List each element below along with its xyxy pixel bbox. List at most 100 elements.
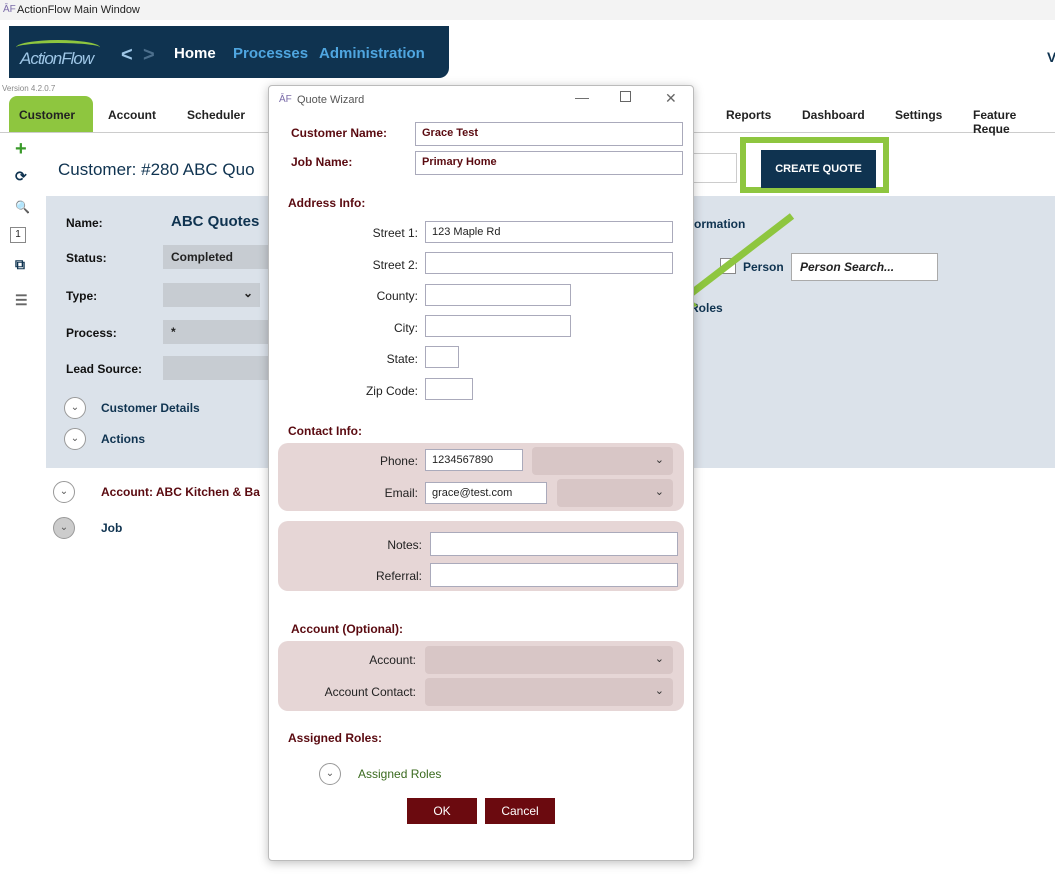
account-dropdown[interactable]: ⌄ <box>425 646 673 674</box>
job-name-input[interactable]: Primary Home <box>415 151 683 175</box>
street1-value: 123 Maple Rd <box>432 226 501 238</box>
city-input[interactable] <box>425 315 571 337</box>
add-icon[interactable]: + <box>15 138 27 161</box>
street2-label: Street 2: <box>372 258 418 272</box>
county-input[interactable] <box>425 284 571 306</box>
tab-scheduler[interactable]: Scheduler <box>187 108 245 122</box>
tab-account[interactable]: Account <box>108 108 156 122</box>
account-contact-label: Account Contact: <box>324 685 416 699</box>
email-label: Email: <box>384 486 418 500</box>
lead-source-field[interactable] <box>163 356 273 380</box>
tab-reports[interactable]: Reports <box>726 108 771 122</box>
refresh-icon[interactable]: ⟳ <box>15 168 27 185</box>
referral-label: Referral: <box>375 569 422 583</box>
county-label: County: <box>376 289 418 303</box>
expand-icon[interactable]: ⌄ <box>53 517 75 539</box>
street1-label: Street 1: <box>372 226 418 240</box>
chevron-down-icon: ⌄ <box>654 685 664 697</box>
zip-label: Zip Code: <box>365 384 418 398</box>
nav-processes[interactable]: Processes <box>233 45 308 62</box>
lead-source-label: Lead Source: <box>66 362 143 376</box>
notes-input[interactable] <box>430 532 678 556</box>
expand-icon[interactable]: ⌄ <box>64 428 86 450</box>
email-type-dropdown[interactable]: ⌄ <box>557 479 673 507</box>
type-dropdown[interactable]: ⌄ <box>163 283 260 307</box>
nav-administration[interactable]: Administration <box>319 45 425 62</box>
person-search-placeholder: Person Search... <box>800 260 895 274</box>
chevron-down-icon: ⌄ <box>654 653 664 665</box>
job-name-label: Job Name: <box>291 155 353 169</box>
copy-icon[interactable]: ⧉ <box>15 256 25 273</box>
process-field[interactable]: * <box>163 320 273 344</box>
chevron-down-icon: ⌄ <box>654 454 664 466</box>
expand-icon[interactable]: ⌄ <box>64 397 86 419</box>
window-count-badge[interactable]: 1 <box>10 227 26 243</box>
email-value: grace@test.com <box>432 487 513 499</box>
job-name-value: Primary Home <box>422 156 497 168</box>
process-value: * <box>171 325 176 339</box>
tab-dashboard[interactable]: Dashboard <box>802 108 865 122</box>
maximize-icon[interactable] <box>620 91 631 102</box>
status-value: Completed <box>171 250 234 264</box>
customer-name-input[interactable]: Grace Test <box>415 122 683 146</box>
version-label: Version 4.2.0.7 <box>2 84 56 93</box>
back-arrow-icon[interactable]: < <box>121 44 133 67</box>
chevron-down-icon: ⌄ <box>654 486 664 498</box>
status-field[interactable]: Completed <box>163 245 273 269</box>
tab-feature-requests[interactable]: Feature Reque <box>973 108 1055 136</box>
user-initial: V <box>1047 49 1055 65</box>
roles-heading: Assigned Roles: <box>288 731 383 745</box>
state-label: State: <box>386 352 418 366</box>
forward-arrow-icon[interactable]: > <box>143 44 155 67</box>
customer-name-value: Grace Test <box>422 127 479 139</box>
job-link[interactable]: Job <box>101 521 122 535</box>
chevron-down-icon: ⌄ <box>243 286 254 300</box>
status-label: Status: <box>66 251 107 265</box>
state-input[interactable] <box>425 346 459 368</box>
email-input[interactable]: grace@test.com <box>425 482 547 504</box>
contact-heading: Contact Info: <box>288 424 362 438</box>
phone-type-dropdown[interactable]: ⌄ <box>532 447 673 475</box>
account-heading: Account (Optional): <box>291 622 403 636</box>
process-label: Process: <box>66 326 117 340</box>
quote-wizard-dialog: ĀF Quote Wizard — ✕ Customer Name: Grace… <box>268 85 694 861</box>
actionflow-icon: ĀF <box>3 4 16 15</box>
name-value-box[interactable]: ABC Quotes <box>163 210 273 234</box>
assigned-roles-link[interactable]: Assigned Roles <box>358 767 441 781</box>
search-icon[interactable]: 🔍 <box>15 200 30 214</box>
name-label: Name: <box>66 216 103 230</box>
phone-input[interactable]: 1234567890 <box>425 449 523 471</box>
minimize-icon[interactable]: — <box>575 89 589 105</box>
person-search-input[interactable]: Person Search... <box>791 253 938 281</box>
zip-input[interactable] <box>425 378 473 400</box>
expand-icon[interactable]: ⌄ <box>53 481 75 503</box>
name-value: ABC Quotes <box>171 213 260 230</box>
street2-input[interactable] <box>425 252 673 274</box>
type-label: Type: <box>66 289 98 303</box>
expand-icon[interactable]: ⌄ <box>319 763 341 785</box>
tab-customer[interactable]: Customer <box>9 96 93 132</box>
tab-settings[interactable]: Settings <box>895 108 942 122</box>
account-label: Account: <box>369 653 416 667</box>
street1-input[interactable]: 123 Maple Rd <box>425 221 673 243</box>
notes-label: Notes: <box>387 538 422 552</box>
actions-link[interactable]: Actions <box>101 432 145 446</box>
ok-button[interactable]: OK <box>407 798 477 824</box>
referral-input[interactable] <box>430 563 678 587</box>
actionflow-icon: ĀF <box>279 94 292 105</box>
phone-value: 1234567890 <box>432 454 494 466</box>
cancel-button[interactable]: Cancel <box>485 798 555 824</box>
account-link[interactable]: Account: ABC Kitchen & Ba <box>101 485 260 499</box>
address-heading: Address Info: <box>288 196 366 210</box>
nav-home[interactable]: Home <box>174 45 216 62</box>
account-contact-dropdown[interactable]: ⌄ <box>425 678 673 706</box>
dialog-titlebar: ĀF Quote Wizard — ✕ <box>269 86 693 116</box>
create-quote-button[interactable]: CREATE QUOTE <box>761 150 876 188</box>
customer-title: Customer: #280 ABC Quo <box>58 160 255 179</box>
city-label: City: <box>394 321 418 335</box>
close-icon[interactable]: ✕ <box>665 90 677 107</box>
window-titlebar: ĀF ActionFlow Main Window <box>0 0 1055 20</box>
checklist-icon[interactable]: ☰ <box>15 292 28 309</box>
customer-name-label: Customer Name: <box>291 126 388 140</box>
customer-details-link[interactable]: Customer Details <box>101 401 200 415</box>
